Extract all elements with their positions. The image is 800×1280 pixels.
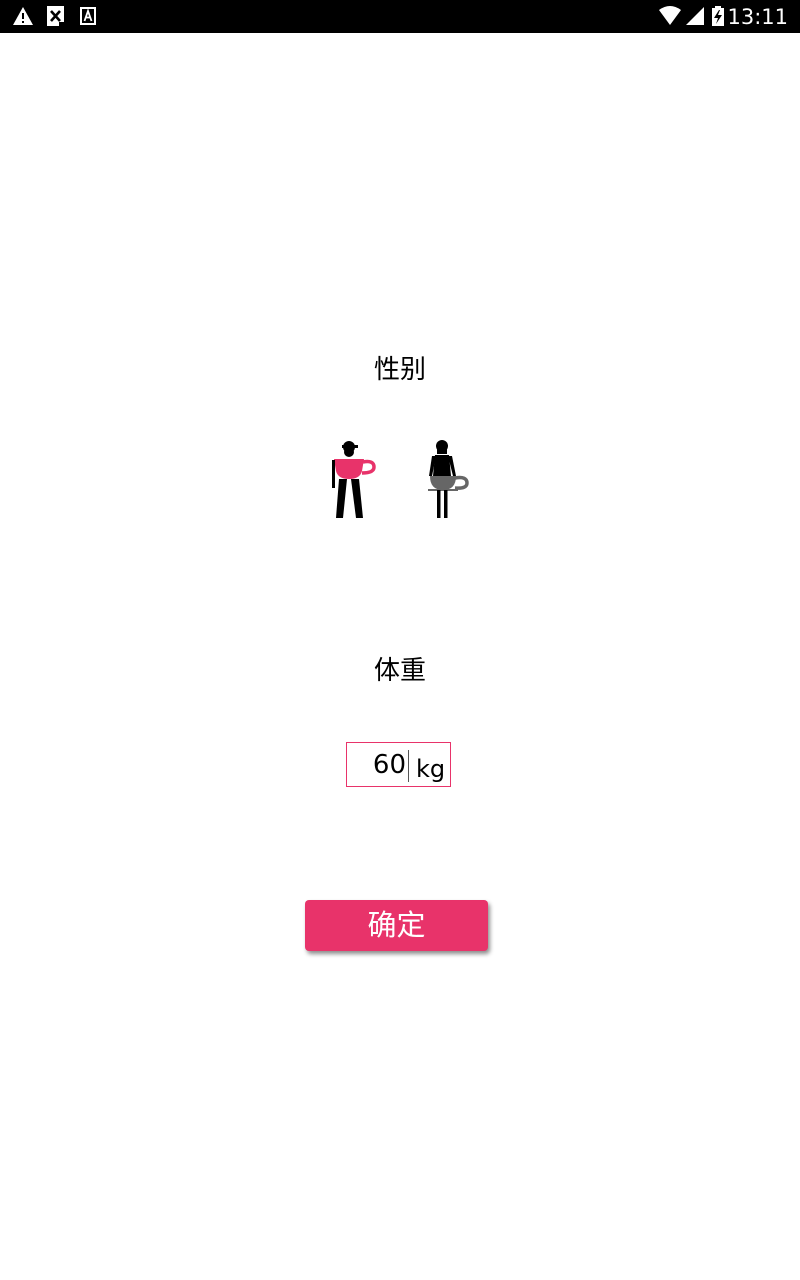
text-a-icon: [80, 7, 96, 25]
cell-signal-icon: [686, 7, 704, 25]
gender-female-option[interactable]: [420, 438, 480, 522]
status-time: 13:11: [727, 5, 788, 29]
status-bar: 13:11: [0, 0, 800, 33]
wifi-icon: [659, 6, 681, 25]
warning-icon: [13, 7, 33, 25]
weight-unit: kg: [416, 755, 446, 783]
sim-error-icon: [47, 6, 64, 26]
gender-label: 性别: [373, 355, 426, 385]
gender-male-option[interactable]: [326, 438, 386, 522]
weight-input[interactable]: 60 kg: [346, 742, 451, 787]
weight-value[interactable]: 60: [346, 748, 406, 782]
female-figure-icon: [428, 440, 469, 518]
confirm-button[interactable]: 确定: [305, 900, 488, 951]
male-figure-icon: [332, 441, 376, 518]
battery-charging-icon: [712, 6, 724, 26]
weight-label: 体重: [373, 656, 426, 686]
text-caret: [408, 750, 409, 782]
